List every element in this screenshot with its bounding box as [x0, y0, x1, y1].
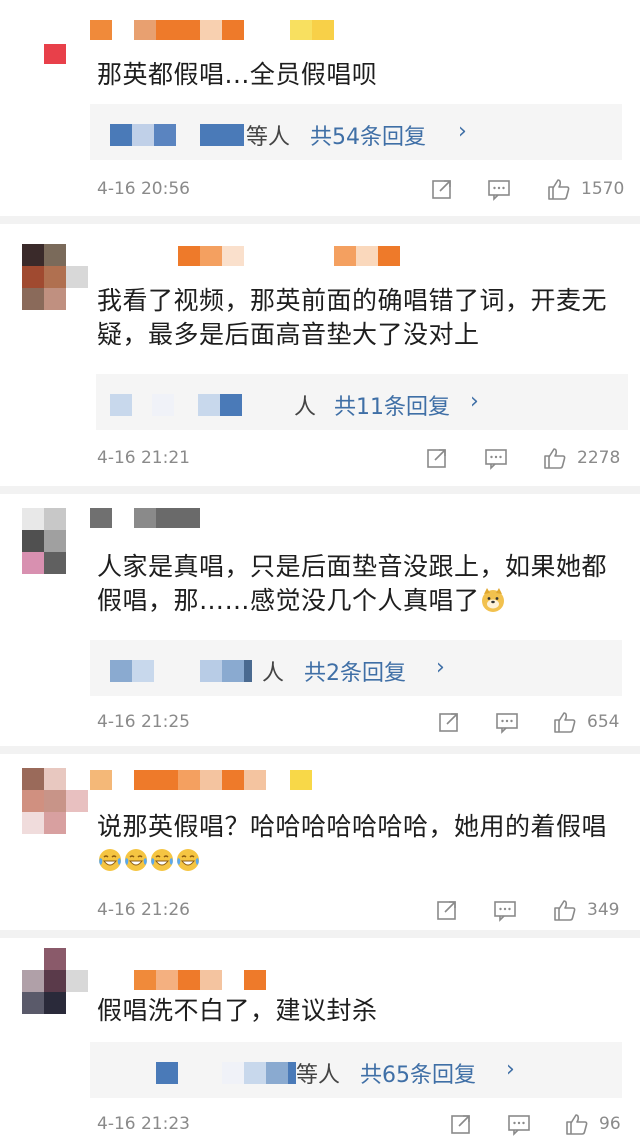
repost-icon[interactable]	[449, 1112, 473, 1136]
divider	[0, 930, 640, 938]
laugh-cry-emoji	[99, 849, 121, 871]
reply-users: 人	[262, 661, 285, 686]
comment-icon[interactable]	[507, 1112, 531, 1136]
comment-text: 我看了视频，那英前面的确唱错了词，开麦无疑，最多是后面高音垫大了没对上	[97, 286, 608, 349]
comment-text: 假唱洗不白了，建议封杀	[97, 996, 378, 1025]
comment-text: 人家是真唱，只是后面垫音没跟上，如果她都假唱，那……感觉没几个人真唱了	[97, 550, 622, 618]
chevron-right-icon: ›	[458, 119, 467, 144]
comment-item: 我看了视频，那英前面的确唱错了词，开麦无疑，最多是后面高音垫大了没对上 人 共1…	[0, 224, 640, 486]
timestamp: 4-16 20:56	[97, 179, 190, 199]
avatar[interactable]	[22, 508, 88, 574]
comment-meta: 4-16 21:21 2278	[97, 444, 624, 474]
laugh-cry-emoji	[151, 849, 173, 871]
comment-text-body: 人家是真唱，只是后面垫音没跟上，如果她都假唱，那……感觉没几个人真唱了	[97, 552, 608, 615]
reply-summary[interactable]: 等人 共54条回复 ›	[90, 104, 622, 160]
reply-users: 人	[294, 395, 317, 420]
divider	[0, 486, 640, 494]
reply-count-link[interactable]: 共2条回复	[304, 655, 406, 687]
avatar[interactable]	[22, 948, 88, 1014]
comment-icon[interactable]	[484, 446, 508, 470]
comment-text-body: 说那英假唱？哈哈哈哈哈哈哈，她用的着假唱	[97, 812, 608, 841]
laugh-cry-emoji-group	[97, 846, 201, 875]
reply-count-link[interactable]: 共11条回复	[334, 389, 450, 421]
timestamp: 4-16 21:25	[97, 712, 190, 732]
avatar[interactable]	[22, 22, 88, 88]
like-count: 654	[587, 712, 620, 732]
reply-count-link[interactable]: 共54条回复	[310, 119, 426, 151]
comment-meta: 4-16 21:23 96	[97, 1110, 624, 1140]
thumbs-up-icon[interactable]	[553, 710, 577, 734]
reply-count-link[interactable]: 共65条回复	[360, 1057, 476, 1089]
like-count: 96	[599, 1114, 621, 1134]
timestamp: 4-16 21:23	[97, 1114, 190, 1134]
laugh-cry-emoji	[177, 849, 199, 871]
comment-icon[interactable]	[487, 177, 511, 201]
comment-item: 说那英假唱？哈哈哈哈哈哈哈，她用的着假唱 4-16 21:26 349	[0, 754, 640, 930]
laugh-cry-emoji	[125, 849, 147, 871]
comment-meta: 4-16 21:25 654	[97, 708, 624, 738]
like-count: 2278	[577, 448, 621, 468]
chevron-right-icon: ›	[436, 655, 445, 680]
doge-emoji	[481, 588, 504, 612]
repost-icon[interactable]	[430, 177, 454, 201]
thumbs-up-icon[interactable]	[565, 1112, 589, 1136]
chevron-right-icon: ›	[506, 1057, 515, 1082]
reply-users: 等人	[246, 125, 291, 150]
avatar[interactable]	[22, 244, 88, 310]
comment-icon[interactable]	[493, 898, 517, 922]
repost-icon[interactable]	[437, 710, 461, 734]
reply-summary[interactable]: 人 共2条回复 ›	[90, 640, 622, 696]
timestamp: 4-16 21:21	[97, 448, 190, 468]
repost-icon[interactable]	[435, 898, 459, 922]
chevron-right-icon: ›	[470, 389, 479, 414]
reply-summary[interactable]: 等人 共65条回复 ›	[90, 1042, 622, 1098]
divider	[0, 216, 640, 224]
thumbs-up-icon[interactable]	[543, 446, 567, 470]
like-count: 349	[587, 900, 620, 920]
comment-text: 说那英假唱？哈哈哈哈哈哈哈，她用的着假唱	[97, 810, 622, 878]
like-count: 1570	[581, 179, 625, 199]
timestamp: 4-16 21:26	[97, 900, 190, 920]
reply-users: 等人	[296, 1063, 341, 1088]
avatar[interactable]	[22, 768, 88, 834]
comment-meta: 4-16 21:26 349	[97, 896, 624, 926]
comment-meta: 4-16 20:56 1570	[97, 175, 624, 205]
comment-text: 那英都假唱...全员假唱呗	[97, 60, 378, 89]
reply-summary[interactable]: 人 共11条回复 ›	[96, 374, 628, 430]
comment-item: 人家是真唱，只是后面垫音没跟上，如果她都假唱，那……感觉没几个人真唱了 人 共2…	[0, 494, 640, 746]
thumbs-up-icon[interactable]	[547, 177, 571, 201]
comment-item: 那英都假唱...全员假唱呗 等人 共54条回复 › 4-16 20:56 157…	[0, 0, 640, 215]
divider	[0, 746, 640, 754]
repost-icon[interactable]	[425, 446, 449, 470]
comment-item: 假唱洗不白了，建议封杀 等人 共65条回复 › 4-16 21:23 96	[0, 938, 640, 1147]
comment-icon[interactable]	[495, 710, 519, 734]
thumbs-up-icon[interactable]	[553, 898, 577, 922]
